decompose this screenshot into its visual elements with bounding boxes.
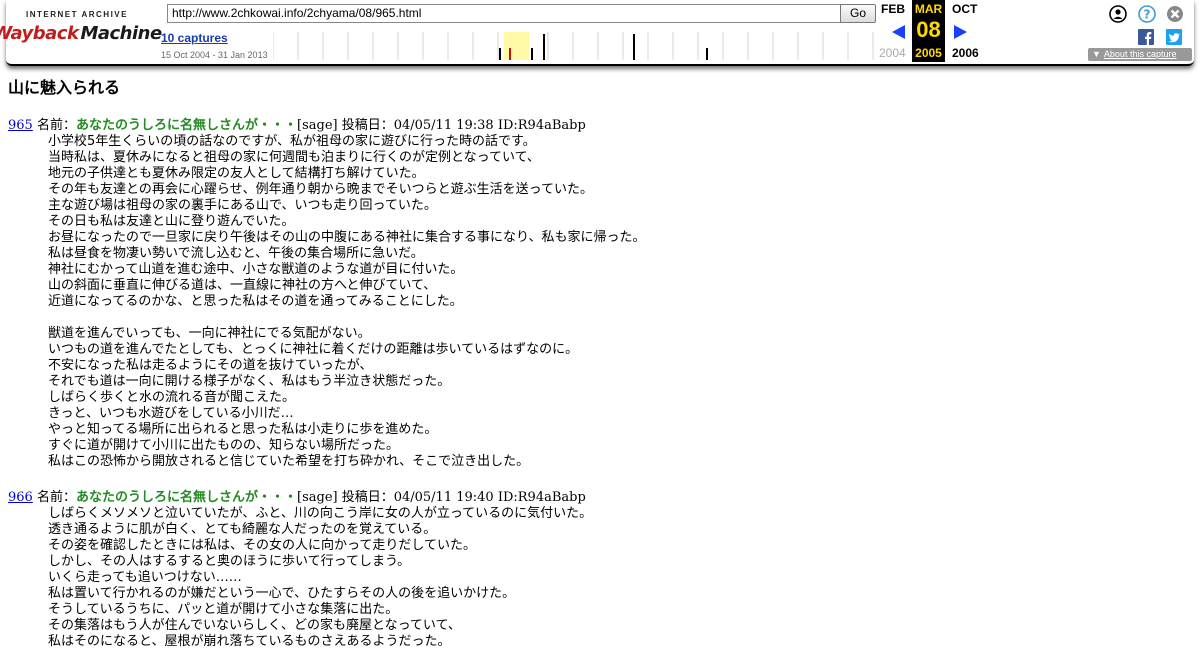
- post-line: 神社にむかって山道を進む途中、小さな獣道のような道が目に付いた。: [48, 262, 464, 277]
- post-author-name: あなたのうしろに名無しさんが・・・: [75, 118, 297, 133]
- page-title: 山に魅入られる: [8, 78, 121, 97]
- post-header: 965 名前：あなたのうしろに名無しさんが・・・[sage] 投稿日：04/05…: [8, 118, 1188, 134]
- captures-link[interactable]: 10 captures: [161, 31, 228, 45]
- go-button[interactable]: Go: [840, 4, 876, 23]
- post-line: 私はそのになると、屋根が崩れ落ちているものさえあるようだった。: [48, 634, 451, 649]
- post-line: 近道になってるのかな、と思った私はその道を通ってみることにした。: [48, 294, 463, 309]
- user-icon[interactable]: [1109, 5, 1127, 23]
- post-966: 966 名前：あなたのうしろに名無しさんが・・・[sage] 投稿日：04/05…: [8, 490, 1188, 650]
- post-list: 965 名前：あなたのうしろに名無しさんが・・・[sage] 投稿日：04/05…: [8, 118, 1188, 650]
- post-line: 山の斜面に垂直に伸びる道は、一直線に神社の方へと伸びていて、: [48, 278, 437, 293]
- logo-internet-archive-text: INTERNET ARCHIVE: [26, 10, 128, 19]
- post-name-prefix: 名前：: [36, 490, 76, 505]
- post-line: その姿を確認したときには私は、その女の人に向かって走りだしていた。: [48, 538, 476, 553]
- post-line: 獣道を進んでいっても、一向に神社にでる気配がない。: [48, 326, 371, 341]
- about-capture-label: About this capture: [1103, 49, 1177, 59]
- post-line: 小学校5年生くらいの頃の話なのですが、私が祖母の家に遊びに行った時の話です。: [48, 134, 536, 149]
- post-965: 965 名前：あなたのうしろに名無しさんが・・・[sage] 投稿日：04/05…: [8, 118, 1188, 470]
- logo-wayback-machine: Wayback Machine: [0, 20, 162, 46]
- post-line: その集落はもう人が住んでいないらしく、どの家も廃屋となっていて、: [48, 618, 461, 633]
- post-author-name: あなたのうしろに名無しさんが・・・: [75, 490, 297, 505]
- post-line: 主な遊び場は祖母の家の裏手にある山で、いつも走り回っていた。: [48, 198, 437, 213]
- post-line: すぐに道が開けて小川に出たものの、知らない場所だった。: [48, 438, 400, 453]
- help-icon[interactable]: ?: [1138, 5, 1156, 23]
- post-line: やっと知ってる場所に出られると思った私は小走りに歩を進めた。: [48, 422, 438, 437]
- post-number-link[interactable]: 966: [8, 490, 33, 505]
- svg-text:?: ?: [1144, 8, 1151, 22]
- post-line: それでも道は一向に開ける様子がなく、私はもう半泣き状態だった。: [48, 374, 451, 389]
- post-line: 不安になった私は走るようにその道を抜けていったが、: [48, 358, 373, 373]
- post-line: しかし、その人はするすると奥のほうに歩いて行ってしまう。: [48, 554, 411, 569]
- post-line: きっと、いつも水遊びをしている小川だ…: [48, 406, 294, 421]
- disclosure-triangle-icon: ▼: [1092, 49, 1101, 59]
- post-meta: [sage] 投稿日：04/05/11 19:38 ID:R94aBabp: [297, 118, 586, 133]
- next-year-label[interactable]: 2006: [952, 46, 979, 60]
- close-icon[interactable]: [1166, 5, 1184, 23]
- post-line: その年も友達との再会に心躍らせ、例年通り朝から晩までそいつらと遊ぶ生活を送ってい…: [48, 182, 593, 197]
- post-body: 小学校5年生くらいの頃の話なのですが、私が祖母の家に遊びに行った時の話です。 当時…: [48, 134, 1188, 470]
- post-line: しばらくメソメソと泣いていたが、ふと、川の向こう岸に女の人が立っているのに気付い…: [48, 506, 593, 521]
- wayback-logo[interactable]: INTERNET ARCHIVE Wayback Machine: [0, 10, 162, 50]
- twitter-icon[interactable]: [1166, 29, 1182, 45]
- year-dividers: [273, 32, 874, 60]
- logo-wayback-text: Wayback: [0, 22, 79, 44]
- post-line: 私はこの恐怖から開放されると信じていた希望を打ち砕かれ、そこで泣き出した。: [48, 454, 530, 469]
- next-capture-arrow-icon[interactable]: [952, 24, 968, 40]
- post-line: [48, 310, 1188, 326]
- page-content: 山に魅入られる 965 名前：あなたのうしろに名無しさんが・・・[sage] 投…: [8, 78, 1188, 650]
- post-line: いつもの道を進んでたとしても、とっくに神社に着くだけの距離は歩いているはずなのに…: [48, 342, 579, 357]
- capture-sparkline[interactable]: [273, 32, 877, 60]
- about-capture-button[interactable]: ▼ About this capture: [1088, 48, 1192, 61]
- url-input[interactable]: http://www.2chkowai.info/2chyama/08/965.…: [167, 4, 843, 23]
- post-line: その日も私は友達と山に登り遊んでいた。: [48, 214, 295, 229]
- next-month-label[interactable]: OCT: [952, 2, 977, 16]
- capture-date-range: 15 Oct 2004 - 31 Jan 2013: [161, 50, 268, 60]
- post-line: 私は置いて行かれるのが嫌だという一心で、ひたすらその人の後を追いかけた。: [48, 586, 516, 601]
- facebook-icon[interactable]: [1138, 29, 1154, 45]
- prev-capture-arrow-icon[interactable]: [891, 24, 907, 40]
- post-line: 当時私は、夏休みになると祖母の家に何週間も泊まりに行くのが定例となっていて、: [48, 150, 540, 165]
- post-line: そうしているうちに、パッと道が開けて小さな集落に出た。: [48, 602, 399, 617]
- post-line: いくら走っても追いつけない……: [48, 570, 242, 585]
- prev-month-label[interactable]: FEB: [881, 2, 905, 16]
- current-month-label: MAR: [914, 2, 943, 16]
- wayback-toolbar: INTERNET ARCHIVE Wayback Machine http://w…: [0, 0, 1194, 66]
- logo-machine-text: Machine: [80, 22, 162, 44]
- post-meta: [sage] 投稿日：04/05/11 19:40 ID:R94aBabp: [297, 490, 586, 505]
- post-header: 966 名前：あなたのうしろに名無しさんが・・・[sage] 投稿日：04/05…: [8, 490, 1188, 506]
- post-line: しばらく歩くと水の流れる音が聞こえた。: [48, 390, 296, 405]
- post-line: 地元の子供達とも夏休み限定の友人として結構打ち解けていた。: [48, 166, 425, 181]
- post-number-link[interactable]: 965: [8, 118, 33, 133]
- post-line: 私は昼食を物凄い勢いで流し込むと、午後の集合場所に急いだ。: [48, 246, 424, 261]
- highlighted-year: [504, 32, 529, 60]
- current-day-label: 08: [916, 17, 941, 42]
- prev-year-label[interactable]: 2004: [879, 46, 906, 60]
- post-name-prefix: 名前：: [36, 118, 76, 133]
- post-body: しばらくメソメソと泣いていたが、ふと、川の向こう岸に女の人が立っているのに気付い…: [48, 506, 1188, 650]
- capture-ticks: [499, 34, 708, 60]
- current-year-label: 2005: [915, 46, 942, 60]
- post-line: 透き通るように肌が白く、とても綺麗な人だったのを覚えている。: [48, 522, 437, 537]
- post-line: お昼になったので一旦家に戻り午後はその山の中腹にある神社に集合する事になり、私も…: [48, 230, 646, 245]
